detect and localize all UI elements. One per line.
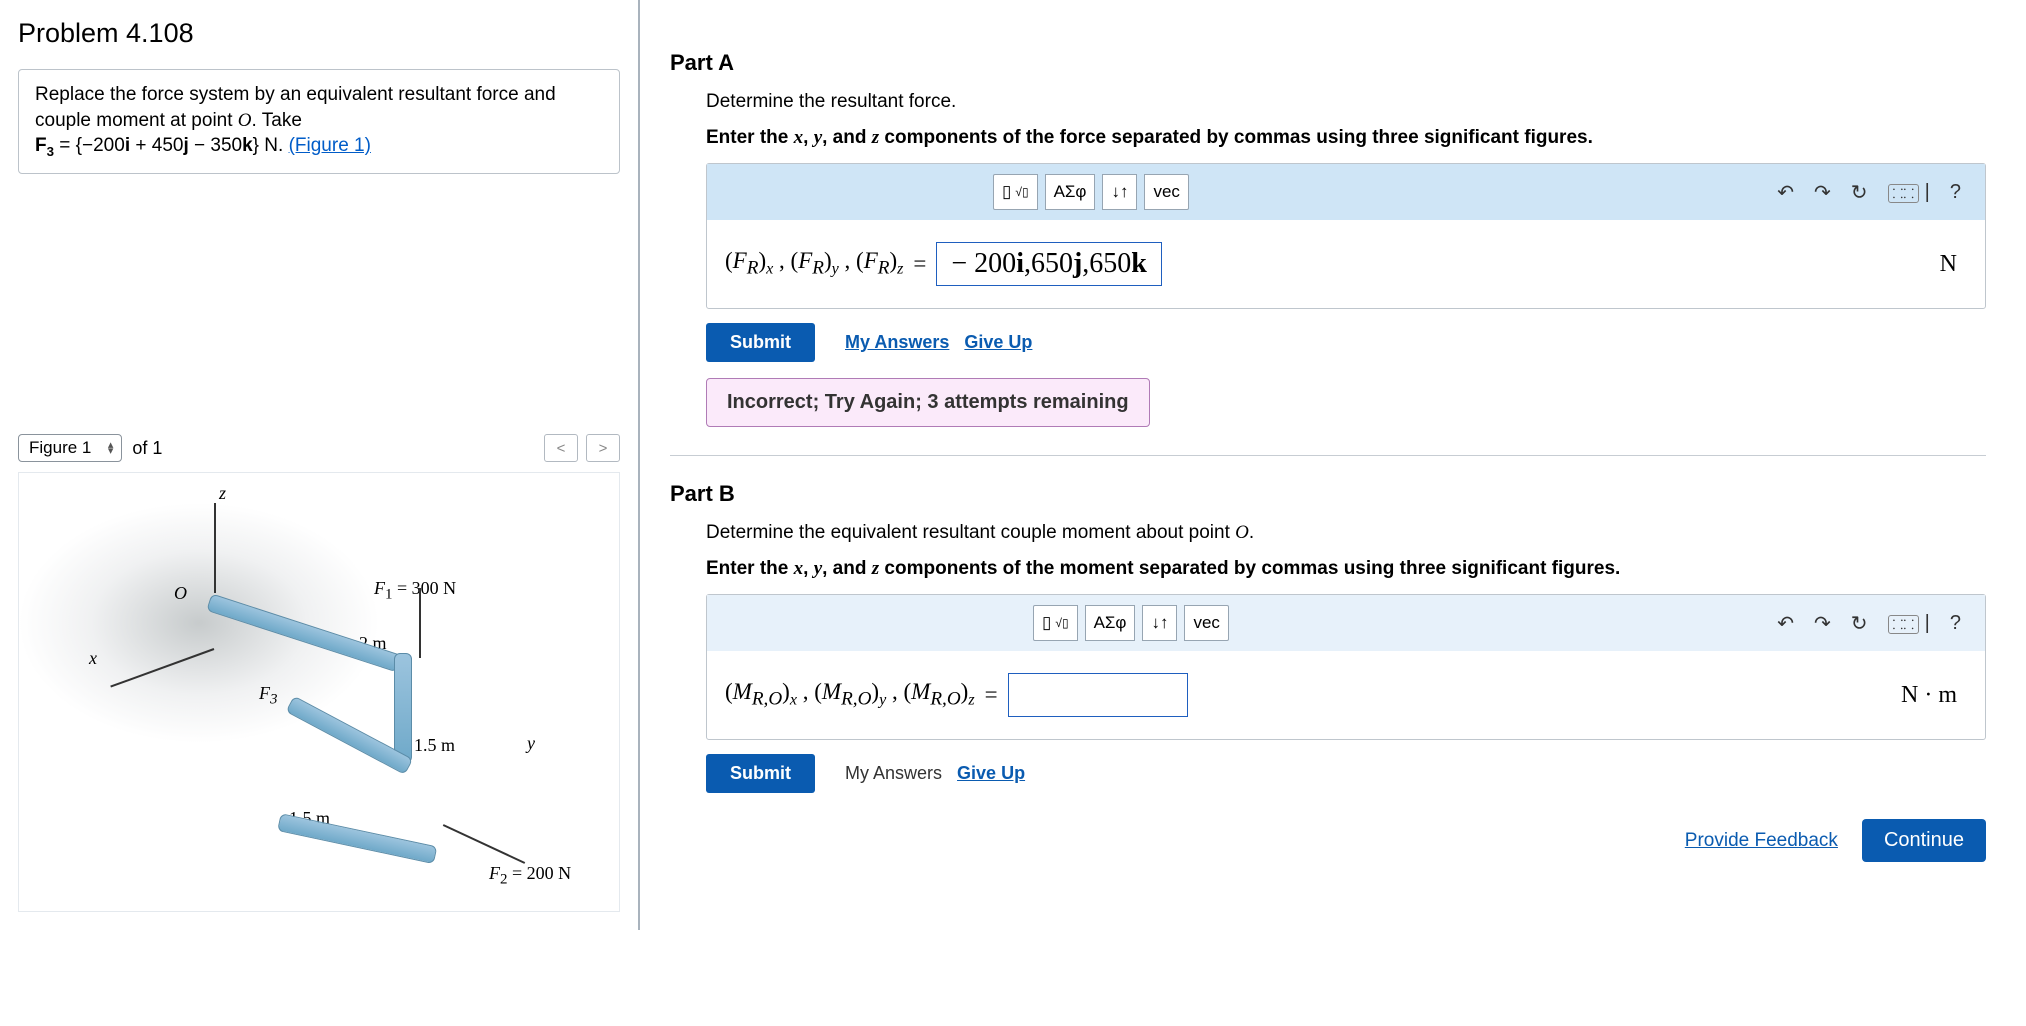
redo-icon[interactable]: ↷ [1808,176,1837,209]
problem-description: Replace the force system by an equivalen… [18,69,620,174]
problem-title: Problem 4.108 [18,18,620,49]
figure-count: of 1 [132,438,162,459]
vec-button-b[interactable]: vec [1184,605,1228,641]
undo-icon[interactable]: ↶ [1771,176,1800,209]
updown-icon: ▴▾ [108,442,114,454]
desc-take: . Take [252,110,302,131]
partA-toolbar: ▯√▯ ΑΣφ ↓↑ vec ↶ ↷ ↻ ⸬⸬ | ? [707,164,1985,220]
partB-line2: Enter the x, y, and z components of the … [706,558,1986,580]
figure-prev-button[interactable]: < [544,434,578,462]
partB-lhs: (MR,O)x , (MR,O)y , (MR,O)z [725,679,975,711]
partB-toolbar: ▯√▯ ΑΣφ ↓↑ vec ↶ ↷ ↻ ⸬⸬ | ? [707,595,1985,651]
subscript-button-b[interactable]: ↓↑ [1142,605,1177,641]
figure-select-label: Figure 1 [29,438,91,458]
vec-button[interactable]: vec [1144,174,1188,210]
partA-feedback: Incorrect; Try Again; 3 attempts remaini… [706,378,1150,427]
help-icon[interactable]: ? [1944,177,1967,208]
force-f2: F2 = 200 N [489,863,571,889]
partB-giveup-link[interactable]: Give Up [957,763,1025,783]
redo-icon-b[interactable]: ↷ [1808,607,1837,640]
subscript-button[interactable]: ↓↑ [1102,174,1137,210]
figure-link[interactable]: (Figure 1) [289,135,371,156]
continue-button[interactable]: Continue [1862,819,1986,862]
help-icon-b[interactable]: ? [1944,608,1967,639]
partA-line1: Determine the resultant force. [706,91,1986,113]
dim-15a: 1.5 m [414,735,455,756]
figure-next-button[interactable]: > [586,434,620,462]
templates-button-b[interactable]: ▯√▯ [1033,605,1078,641]
left-panel: Problem 4.108 Replace the force system b… [0,0,640,930]
keyboard-icon-b[interactable]: ⸬⸬ | [1882,608,1936,639]
partA-header: Part A [670,50,1986,76]
reset-icon[interactable]: ↻ [1845,176,1874,209]
f3-value: = {−200i + 450j − 350k} N. [54,135,289,156]
force-f3: F3 [259,683,278,709]
footer-row: Provide Feedback Continue [670,819,1986,862]
partB-line1: Determine the equivalent resultant coupl… [706,522,1986,544]
f3-label: F3 [35,135,54,156]
figure-image: z x y O F1 = 300 N F2 = 200 N F3 2 m 1.5… [18,472,620,912]
partA-answer-input[interactable]: − 200i,650 j ,650k [936,242,1161,286]
partB-submit-button[interactable]: Submit [706,754,815,793]
provide-feedback-link[interactable]: Provide Feedback [1685,830,1838,852]
partA-answer-box: ▯√▯ ΑΣφ ↓↑ vec ↶ ↷ ↻ ⸬⸬ | ? (FR)x , (FR)… [706,163,1986,309]
axis-x: x [89,648,97,669]
partA-answer-row: (FR)x , (FR)y , (FR)z = − 200i,650 j ,65… [707,220,1985,308]
partB-header: Part B [670,481,1986,507]
point-o: O [238,110,252,131]
separator [670,455,1986,456]
partA-myanswers-link[interactable]: My Answers [845,332,949,352]
figure-nav: < > [544,434,620,462]
keyboard-icon[interactable]: ⸬⸬ | [1882,177,1936,208]
partA-unit: N [1940,251,1967,278]
force-f1: F1 = 300 N [374,578,456,604]
partA-lhs: (FR)x , (FR)y , (FR)z [725,248,903,280]
templates-button[interactable]: ▯√▯ [993,174,1038,210]
figure-select[interactable]: Figure 1 ▴▾ [18,434,122,462]
equals: = [913,251,926,277]
axis-y: y [527,733,535,754]
partB-submit-row: Submit My Answers Give Up [706,754,1986,793]
right-panel: Part A Determine the resultant force. En… [640,0,2026,930]
partA-line2: Enter the x, y, and z components of the … [706,127,1986,149]
partA-giveup-link[interactable]: Give Up [964,332,1032,352]
partB-myanswers-link[interactable]: My Answers [845,763,942,783]
partB-unit: N · m [1901,682,1967,709]
partA-submit-button[interactable]: Submit [706,323,815,362]
equals-b: = [985,682,998,708]
greek-button-b[interactable]: ΑΣφ [1085,605,1136,641]
figure-bar: Figure 1 ▴▾ of 1 < > [18,434,620,462]
partB-answer-box: ▯√▯ ΑΣφ ↓↑ vec ↶ ↷ ↻ ⸬⸬ | ? (MR,O)x , (M… [706,594,1986,740]
origin-o: O [174,583,187,604]
partA-submit-row: Submit My Answers Give Up [706,323,1986,362]
greek-button[interactable]: ΑΣφ [1045,174,1096,210]
partB-answer-input[interactable] [1008,673,1188,717]
reset-icon-b[interactable]: ↻ [1845,607,1874,640]
partB-answer-row: (MR,O)x , (MR,O)y , (MR,O)z = N · m [707,651,1985,739]
undo-icon-b[interactable]: ↶ [1771,607,1800,640]
axis-z: z [219,483,226,504]
